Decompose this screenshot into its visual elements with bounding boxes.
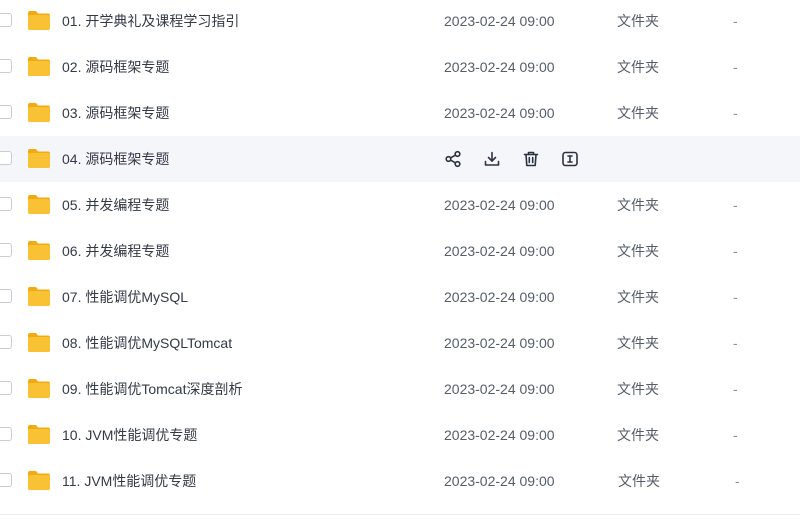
file-date: 2023-02-24 09:00 [444, 197, 555, 213]
file-type: 文件夹 [617, 105, 659, 121]
download-icon[interactable] [483, 150, 501, 168]
file-name[interactable]: 05. 并发编程专题 [62, 182, 169, 228]
file-row[interactable]: 09. 性能调优Tomcat深度剖析 2023-02-24 09:00 文件夹 … [0, 366, 800, 412]
folder-icon [28, 425, 50, 444]
file-size: - [733, 335, 738, 351]
file-row-hovered[interactable]: 04. 源码框架专题 [0, 136, 800, 182]
row-checkbox[interactable] [0, 59, 12, 73]
share-icon[interactable] [444, 150, 462, 168]
file-type: 文件夹 [617, 243, 659, 259]
file-row[interactable]: 11. JVM性能调优专题 2023-02-24 09:00 文件夹 - [0, 458, 800, 504]
folder-icon [28, 333, 50, 352]
file-date: 2023-02-24 09:00 [444, 381, 555, 397]
file-size: - [733, 243, 738, 259]
folder-icon [28, 149, 50, 168]
delete-icon[interactable] [522, 150, 540, 168]
row-checkbox[interactable] [0, 335, 12, 349]
file-type: 文件夹 [617, 335, 659, 351]
file-date: 2023-02-24 09:00 [444, 59, 555, 75]
folder-icon [28, 287, 50, 306]
file-name[interactable]: 03. 源码框架专题 [62, 90, 169, 136]
file-type: 文件夹 [617, 381, 659, 397]
folder-icon [28, 471, 50, 490]
folder-icon [28, 57, 50, 76]
file-name[interactable]: 11. JVM性能调优专题 [62, 458, 196, 504]
file-type: 文件夹 [617, 289, 659, 305]
file-date: 2023-02-24 09:00 [444, 243, 555, 259]
file-type: 文件夹 [618, 473, 660, 489]
row-checkbox[interactable] [0, 105, 12, 119]
rename-icon[interactable] [561, 150, 579, 168]
folder-icon [28, 195, 50, 214]
file-name[interactable]: 06. 并发编程专题 [62, 228, 169, 274]
file-size: - [735, 473, 740, 489]
file-type: 文件夹 [617, 197, 659, 213]
file-row[interactable]: 01. 开学典礼及课程学习指引 2023-02-24 09:00 文件夹 - [0, 0, 800, 44]
file-name[interactable]: 07. 性能调优MySQL [62, 274, 188, 320]
file-date: 2023-02-24 09:00 [444, 335, 555, 351]
file-row[interactable]: 08. 性能调优MySQLTomcat 2023-02-24 09:00 文件夹… [0, 320, 800, 366]
file-date: 2023-02-24 09:00 [444, 427, 555, 443]
row-checkbox[interactable] [0, 197, 12, 211]
file-row[interactable]: 06. 并发编程专题 2023-02-24 09:00 文件夹 - [0, 228, 800, 274]
file-name[interactable]: 02. 源码框架专题 [62, 44, 169, 90]
file-row[interactable]: 02. 源码框架专题 2023-02-24 09:00 文件夹 - [0, 44, 800, 90]
row-checkbox[interactable] [0, 427, 12, 441]
folder-icon [28, 11, 50, 30]
file-size: - [733, 105, 738, 121]
folder-icon [28, 379, 50, 398]
file-row[interactable]: 03. 源码框架专题 2023-02-24 09:00 文件夹 - [0, 90, 800, 136]
row-checkbox[interactable] [0, 243, 12, 257]
file-type: 文件夹 [617, 427, 659, 443]
file-name[interactable]: 04. 源码框架专题 [62, 136, 169, 182]
row-checkbox[interactable] [0, 13, 12, 27]
file-size: - [733, 13, 738, 29]
file-list: 01. 开学典礼及课程学习指引 2023-02-24 09:00 文件夹 - 0… [0, 0, 800, 522]
row-checkbox[interactable] [0, 381, 12, 395]
folder-icon [28, 241, 50, 260]
file-size: - [733, 289, 738, 305]
file-size: - [733, 197, 738, 213]
file-type: 文件夹 [617, 13, 659, 29]
file-date: 2023-02-24 09:00 [444, 13, 555, 29]
file-row[interactable]: 07. 性能调优MySQL 2023-02-24 09:00 文件夹 - [0, 274, 800, 320]
file-name[interactable]: 09. 性能调优Tomcat深度剖析 [62, 366, 242, 412]
file-date: 2023-02-24 09:00 [444, 289, 555, 305]
file-name[interactable]: 10. JVM性能调优专题 [62, 412, 197, 458]
file-size: - [733, 381, 738, 397]
file-size: - [733, 427, 738, 443]
file-date: 2023-02-24 09:00 [444, 105, 555, 121]
row-checkbox[interactable] [0, 289, 12, 303]
row-checkbox[interactable] [0, 151, 12, 165]
file-size: - [733, 59, 738, 75]
file-row[interactable]: 10. JVM性能调优专题 2023-02-24 09:00 文件夹 - [0, 412, 800, 458]
row-checkbox[interactable] [0, 473, 12, 487]
folder-icon [28, 103, 50, 122]
file-date: 2023-02-24 09:00 [444, 473, 555, 489]
file-name[interactable]: 01. 开学典礼及课程学习指引 [62, 0, 239, 44]
file-row[interactable]: 05. 并发编程专题 2023-02-24 09:00 文件夹 - [0, 182, 800, 228]
file-name[interactable]: 08. 性能调优MySQLTomcat [62, 320, 232, 366]
file-type: 文件夹 [617, 59, 659, 75]
list-divider [0, 514, 800, 515]
